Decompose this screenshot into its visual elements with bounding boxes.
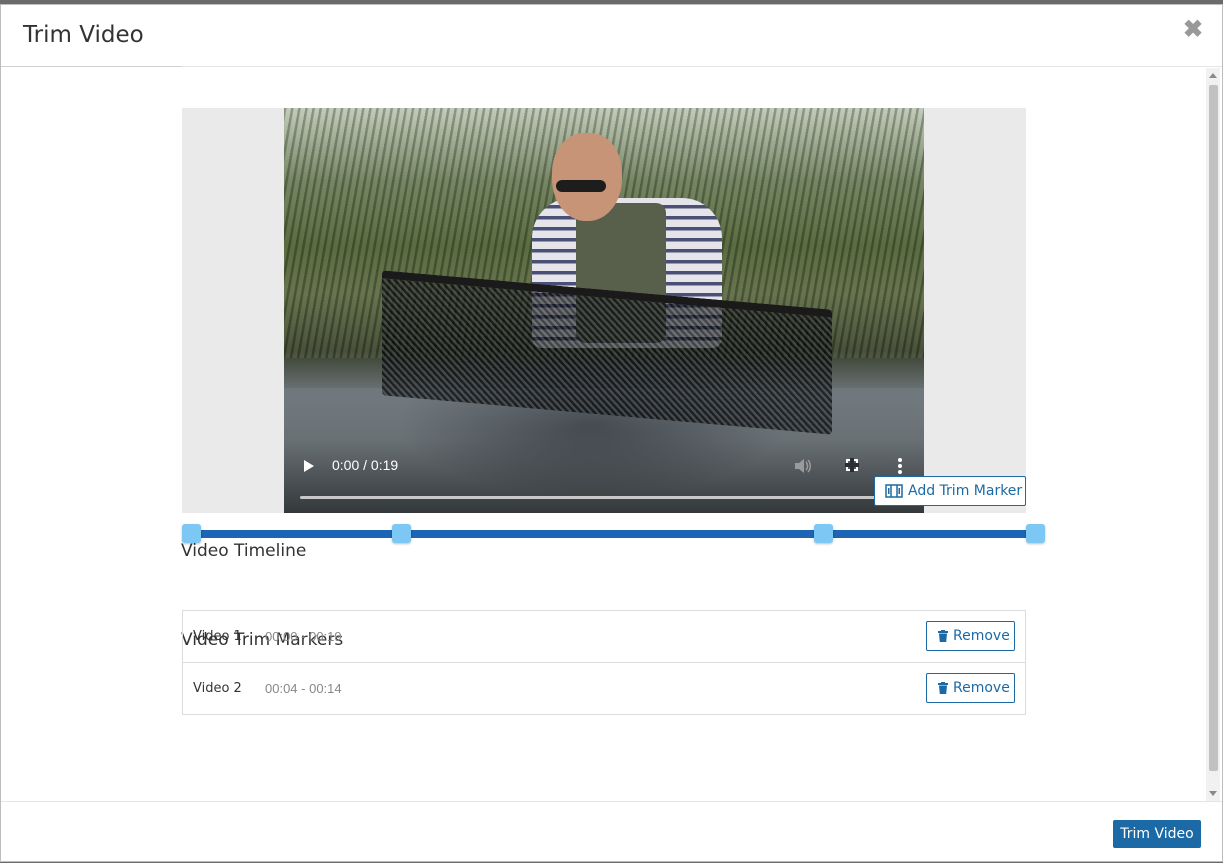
timeline-handle[interactable] (392, 524, 411, 543)
scroll-down-icon[interactable] (1209, 791, 1217, 796)
timeline-handle[interactable] (814, 524, 833, 543)
video-player[interactable]: 0:00 / 0:19 (284, 108, 924, 513)
scroll-thumb[interactable] (1209, 85, 1218, 771)
list-item: Video 2 00:04 - 00:14 Remove (183, 662, 1025, 713)
trim-video-button[interactable]: Trim Video (1113, 820, 1201, 848)
trim-marker-icon (885, 484, 903, 498)
modal-header: Trim Video ✖ (1, 5, 1222, 67)
video-time-display: 0:00 / 0:19 (332, 457, 399, 473)
video-person-sunglasses (556, 180, 606, 192)
list-item: Video 1 00:00 - 00:19 Remove (183, 611, 1025, 662)
timeline-title: Video Timeline (181, 541, 307, 561)
remove-label: Remove (953, 680, 1010, 696)
video-player-frame: 0:00 / 0:19 (182, 108, 1026, 513)
video-progress-track[interactable] (300, 496, 908, 499)
marker-name: Video 2 (193, 681, 242, 696)
fullscreen-icon[interactable] (845, 458, 859, 472)
more-vert-icon[interactable] (896, 458, 904, 476)
header-divider (1, 66, 181, 67)
marker-range: 00:04 - 00:14 (265, 681, 342, 696)
video-timeline[interactable] (182, 524, 1045, 543)
volume-icon[interactable] (794, 458, 814, 474)
video-controls: 0:00 / 0:19 (284, 448, 924, 513)
modal-footer: Trim Video (1, 801, 1222, 863)
timeline-handle[interactable] (182, 524, 201, 543)
timeline-handle[interactable] (1026, 524, 1045, 543)
trim-markers-list: Video 1 00:00 - 00:19 Remove Video 2 00:… (182, 610, 1026, 715)
trim-video-modal: Trim Video ✖ 0:00 / 0:19 Video Timeline … (0, 4, 1223, 862)
video-person-head (552, 133, 622, 221)
remove-label: Remove (953, 628, 1010, 644)
remove-marker-button[interactable]: Remove (926, 621, 1015, 651)
trash-icon (938, 682, 948, 694)
scroll-up-icon[interactable] (1209, 73, 1217, 78)
add-trim-marker-label: Add Trim Marker (908, 483, 1023, 499)
marker-name: Video 1 (193, 629, 242, 644)
add-trim-marker-button[interactable]: Add Trim Marker (874, 476, 1026, 506)
modal-title: Trim Video (23, 22, 144, 48)
marker-range: 00:00 - 00:19 (265, 629, 342, 644)
trash-icon (938, 630, 948, 642)
close-icon[interactable]: ✖ (1182, 18, 1204, 42)
timeline-bar (191, 530, 1035, 538)
remove-marker-button[interactable]: Remove (926, 673, 1015, 703)
play-icon[interactable] (304, 460, 314, 472)
modal-scrollbar[interactable] (1206, 68, 1220, 801)
